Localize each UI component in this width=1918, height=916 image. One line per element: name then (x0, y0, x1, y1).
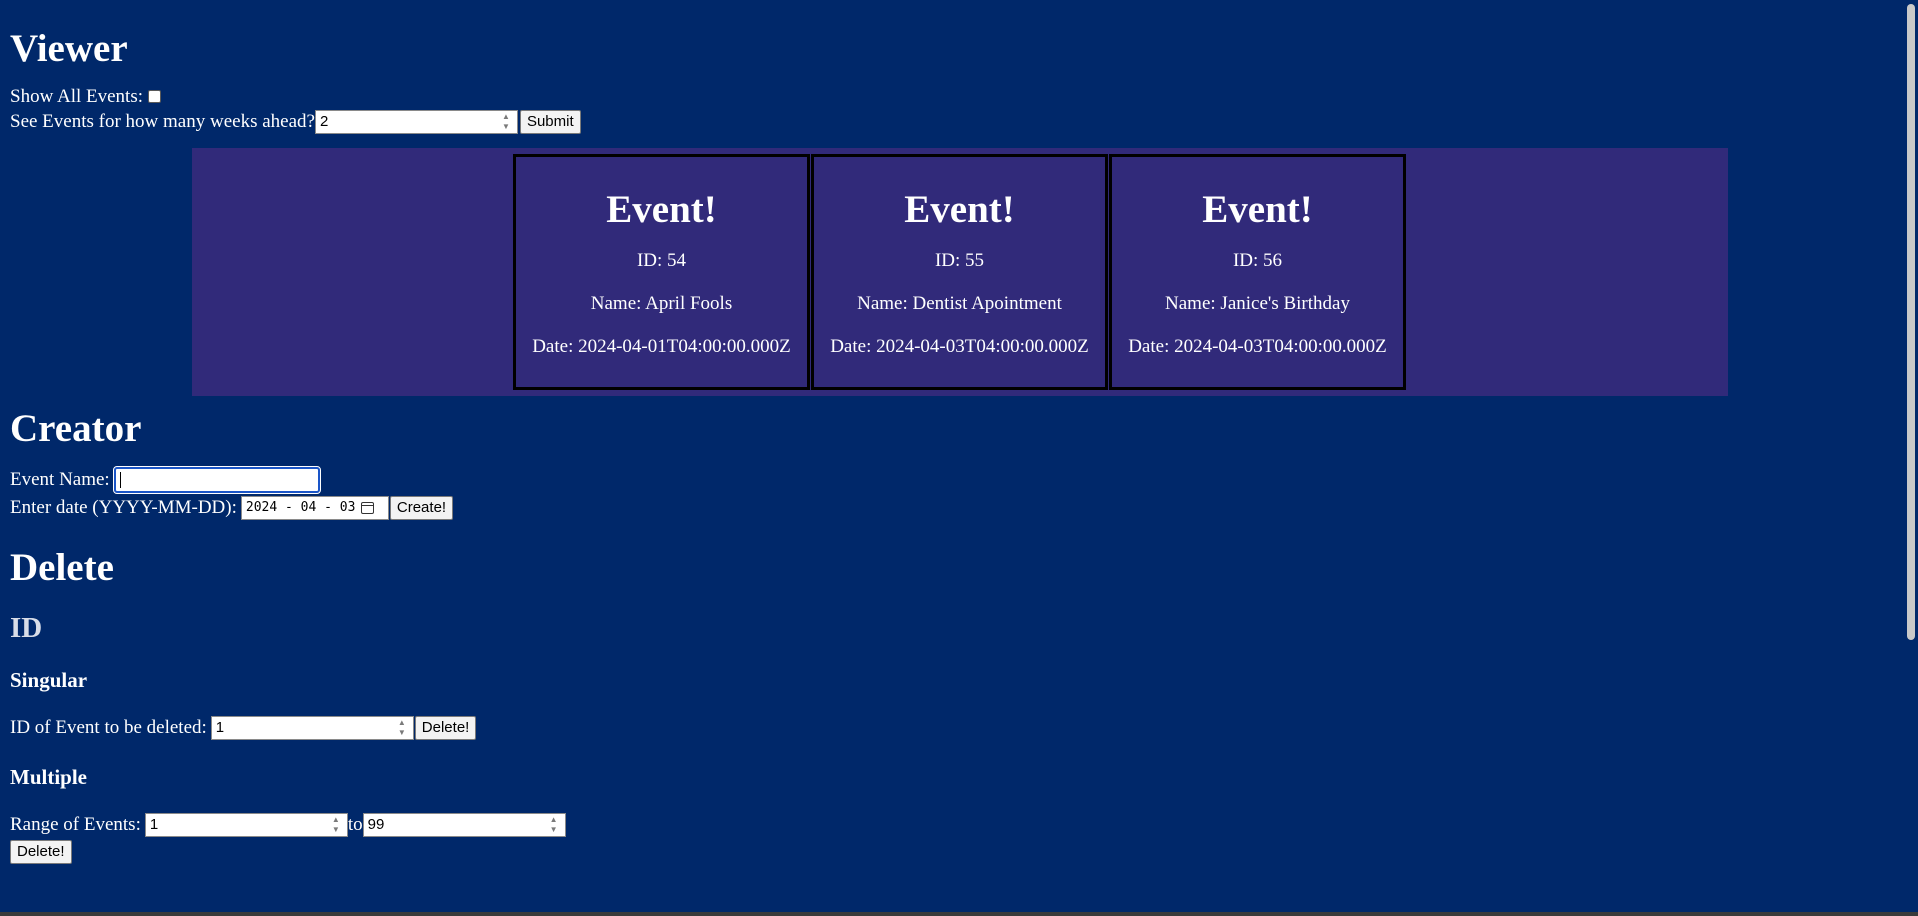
singular-row: ID of Event to be deleted: 1 ▲ ▼ Delete! (10, 715, 1890, 740)
event-name: Name: Janice's Birthday (1165, 293, 1350, 314)
weeks-input[interactable]: 2 ▲ ▼ (314, 109, 518, 134)
event-id: ID: 54 (636, 250, 687, 271)
date-row: Enter date (YYYY-MM-DD): 2024 - 04 - 03 … (10, 494, 1890, 521)
range-delete-row: Delete! (10, 839, 1890, 864)
event-card: Event! ID: 54 Name: April Fools Date: 20… (513, 154, 810, 390)
range-to-spinner-icon[interactable]: ▲ ▼ (547, 815, 561, 834)
viewer-heading: Viewer (10, 27, 128, 70)
weeks-value: 2 (319, 113, 329, 130)
page: Viewer Show All Events: See Events for h… (0, 0, 1918, 916)
singular-label: ID of Event to be deleted: (10, 716, 207, 738)
content: Viewer Show All Events: See Events for h… (10, 0, 1890, 864)
range-from-value: 1 (149, 816, 159, 833)
event-date: Date: 2024-04-01T04:00:00.000Z (532, 336, 791, 357)
delete-range-button[interactable]: Delete! (10, 839, 72, 864)
calendar-icon[interactable] (361, 501, 375, 514)
delete-id-heading: ID (10, 612, 43, 644)
text-caret (119, 472, 121, 488)
date-value: 2024 - 04 - 03 (245, 500, 356, 515)
range-label: Range of Events: (10, 813, 141, 835)
delete-singular-button[interactable]: Delete! (414, 715, 477, 740)
event-name-label: Event Name: (10, 469, 110, 490)
range-to-value: 99 (367, 816, 385, 833)
show-all-row: Show All Events: (10, 84, 1890, 109)
submit-button[interactable]: Submit (519, 109, 581, 134)
range-from-input[interactable]: 1 ▲ ▼ (144, 812, 348, 837)
singular-id-value: 1 (215, 719, 225, 736)
events-panel: Event! ID: 54 Name: April Fools Date: 20… (192, 148, 1728, 396)
event-card: Event! ID: 55 Name: Dentist Apointment D… (811, 154, 1108, 390)
event-name-input[interactable] (112, 466, 321, 494)
weeks-row: See Events for how many weeks ahead? 2 ▲… (10, 109, 1890, 134)
event-name-row: Event Name: (10, 466, 1890, 494)
singular-spinner-icon[interactable]: ▲ ▼ (395, 718, 409, 737)
singular-id-input[interactable]: 1 ▲ ▼ (210, 715, 414, 740)
creator-heading: Creator (10, 407, 142, 450)
range-from-spinner-icon[interactable]: ▲ ▼ (329, 815, 343, 834)
date-input[interactable]: 2024 - 04 - 03 (240, 495, 389, 520)
event-name: Name: Dentist Apointment (857, 293, 1062, 314)
event-date: Date: 2024-04-03T04:00:00.000Z (1128, 336, 1387, 357)
range-to-input[interactable]: 99 ▲ ▼ (362, 812, 566, 837)
bottom-bar (0, 912, 1918, 916)
event-card: Event! ID: 56 Name: Janice's Birthday Da… (1109, 154, 1406, 390)
show-all-checkbox[interactable] (148, 90, 162, 103)
date-label: Enter date (YYYY-MM-DD): (10, 496, 237, 518)
range-row: Range of Events: 1 ▲ ▼ to 99 ▲ ▼ (10, 812, 1890, 837)
event-name: Name: April Fools (590, 293, 733, 314)
event-title: Event! (606, 188, 717, 231)
event-date: Date: 2024-04-03T04:00:00.000Z (830, 336, 1089, 357)
event-id: ID: 55 (934, 250, 985, 271)
event-id: ID: 56 (1232, 250, 1283, 271)
range-to-label: to (347, 813, 363, 835)
create-button[interactable]: Create! (389, 495, 454, 520)
multiple-heading: Multiple (10, 765, 87, 789)
scrollbar-thumb[interactable] (1907, 4, 1915, 640)
weeks-spinner-icon[interactable]: ▲ ▼ (499, 112, 513, 131)
event-title: Event! (904, 188, 1015, 231)
singular-heading: Singular (10, 668, 88, 692)
show-all-label: Show All Events: (10, 85, 144, 107)
delete-heading: Delete (10, 546, 114, 589)
scrollbar[interactable] (1904, 0, 1918, 916)
event-title: Event! (1202, 188, 1313, 231)
weeks-label: See Events for how many weeks ahead? (10, 110, 315, 132)
